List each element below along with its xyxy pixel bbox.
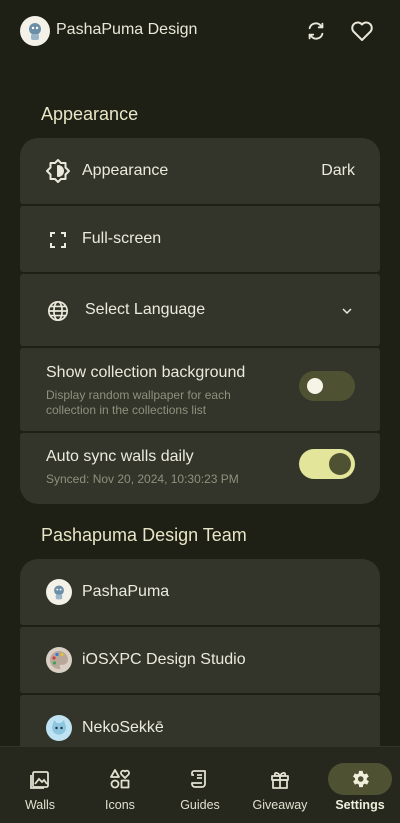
heart-icon[interactable] xyxy=(349,18,375,44)
language-row[interactable]: Select Language xyxy=(20,274,380,346)
team-member-row[interactable]: PashaPuma xyxy=(20,559,380,625)
section-title-team: Pashapuma Design Team xyxy=(41,525,247,545)
nav-item-walls[interactable]: Walls xyxy=(0,747,80,823)
nav-item-guides[interactable]: Guides xyxy=(160,747,240,823)
nav-item-settings[interactable]: Settings xyxy=(320,747,400,823)
puma-robot-avatar xyxy=(46,579,72,605)
globe-icon xyxy=(46,299,70,323)
collection-background-description-line1: Display random wallpaper for each xyxy=(46,388,231,402)
nav-item-giveaway[interactable]: Giveaway xyxy=(240,747,320,823)
theme-icon xyxy=(45,158,71,184)
team-member-name: PashaPuma xyxy=(82,583,170,600)
appearance-settings-card: Appearance Dark Full-screen Select Langu… xyxy=(20,138,380,504)
collection-background-toggle[interactable] xyxy=(299,371,355,401)
top-app-bar: PashaPuma Design xyxy=(0,0,400,64)
gift-icon xyxy=(248,763,312,795)
appearance-row[interactable]: Appearance Dark xyxy=(20,138,380,204)
app-logo xyxy=(20,16,50,46)
fullscreen-icon xyxy=(48,230,68,250)
bottom-navigation: Walls Icons Guides Giveaway Settings xyxy=(0,746,400,823)
nav-label-icons: Icons xyxy=(105,798,135,812)
nav-label-settings: Settings xyxy=(335,798,385,812)
nav-label-giveaway: Giveaway xyxy=(252,798,308,812)
shapes-icon xyxy=(88,763,152,795)
scroll-icon xyxy=(168,763,232,795)
fullscreen-row[interactable]: Full-screen xyxy=(20,206,380,272)
team-card: PashaPuma iOSXPC Design Studio NekoSekkē xyxy=(20,559,380,761)
collection-background-description-line2: collection in the collections list xyxy=(46,403,207,417)
toggle-knob xyxy=(307,378,323,394)
collection-background-label: Show collection background xyxy=(46,364,246,381)
fullscreen-label: Full-screen xyxy=(82,230,162,247)
sync-icon[interactable] xyxy=(303,18,329,44)
palette-avatar xyxy=(46,647,72,673)
collection-background-row[interactable]: Show collection background Display rando… xyxy=(20,348,380,431)
auto-sync-row[interactable]: Auto sync walls daily Synced: Nov 20, 20… xyxy=(20,433,380,504)
gear-icon xyxy=(328,763,392,795)
auto-sync-status: Synced: Nov 20, 2024, 10:30:23 PM xyxy=(46,472,239,486)
section-title-appearance: Appearance xyxy=(41,104,139,124)
team-member-name: iOSXPC Design Studio xyxy=(82,651,246,668)
toggle-knob xyxy=(329,453,351,475)
nav-item-icons[interactable]: Icons xyxy=(80,747,160,823)
language-label: Select Language xyxy=(85,301,206,318)
nav-label-guides: Guides xyxy=(180,798,220,812)
appearance-value: Dark xyxy=(321,162,355,179)
auto-sync-label: Auto sync walls daily xyxy=(46,448,194,465)
auto-sync-toggle[interactable] xyxy=(299,449,355,479)
appearance-label: Appearance xyxy=(82,162,169,179)
cat-avatar xyxy=(46,715,72,741)
team-member-name: NekoSekkē xyxy=(82,719,164,736)
nav-label-walls: Walls xyxy=(24,798,56,812)
chevron-down-icon xyxy=(340,304,354,318)
app-title: PashaPuma Design xyxy=(56,21,198,38)
image-icon xyxy=(8,763,72,795)
team-member-row[interactable]: iOSXPC Design Studio xyxy=(20,627,380,693)
